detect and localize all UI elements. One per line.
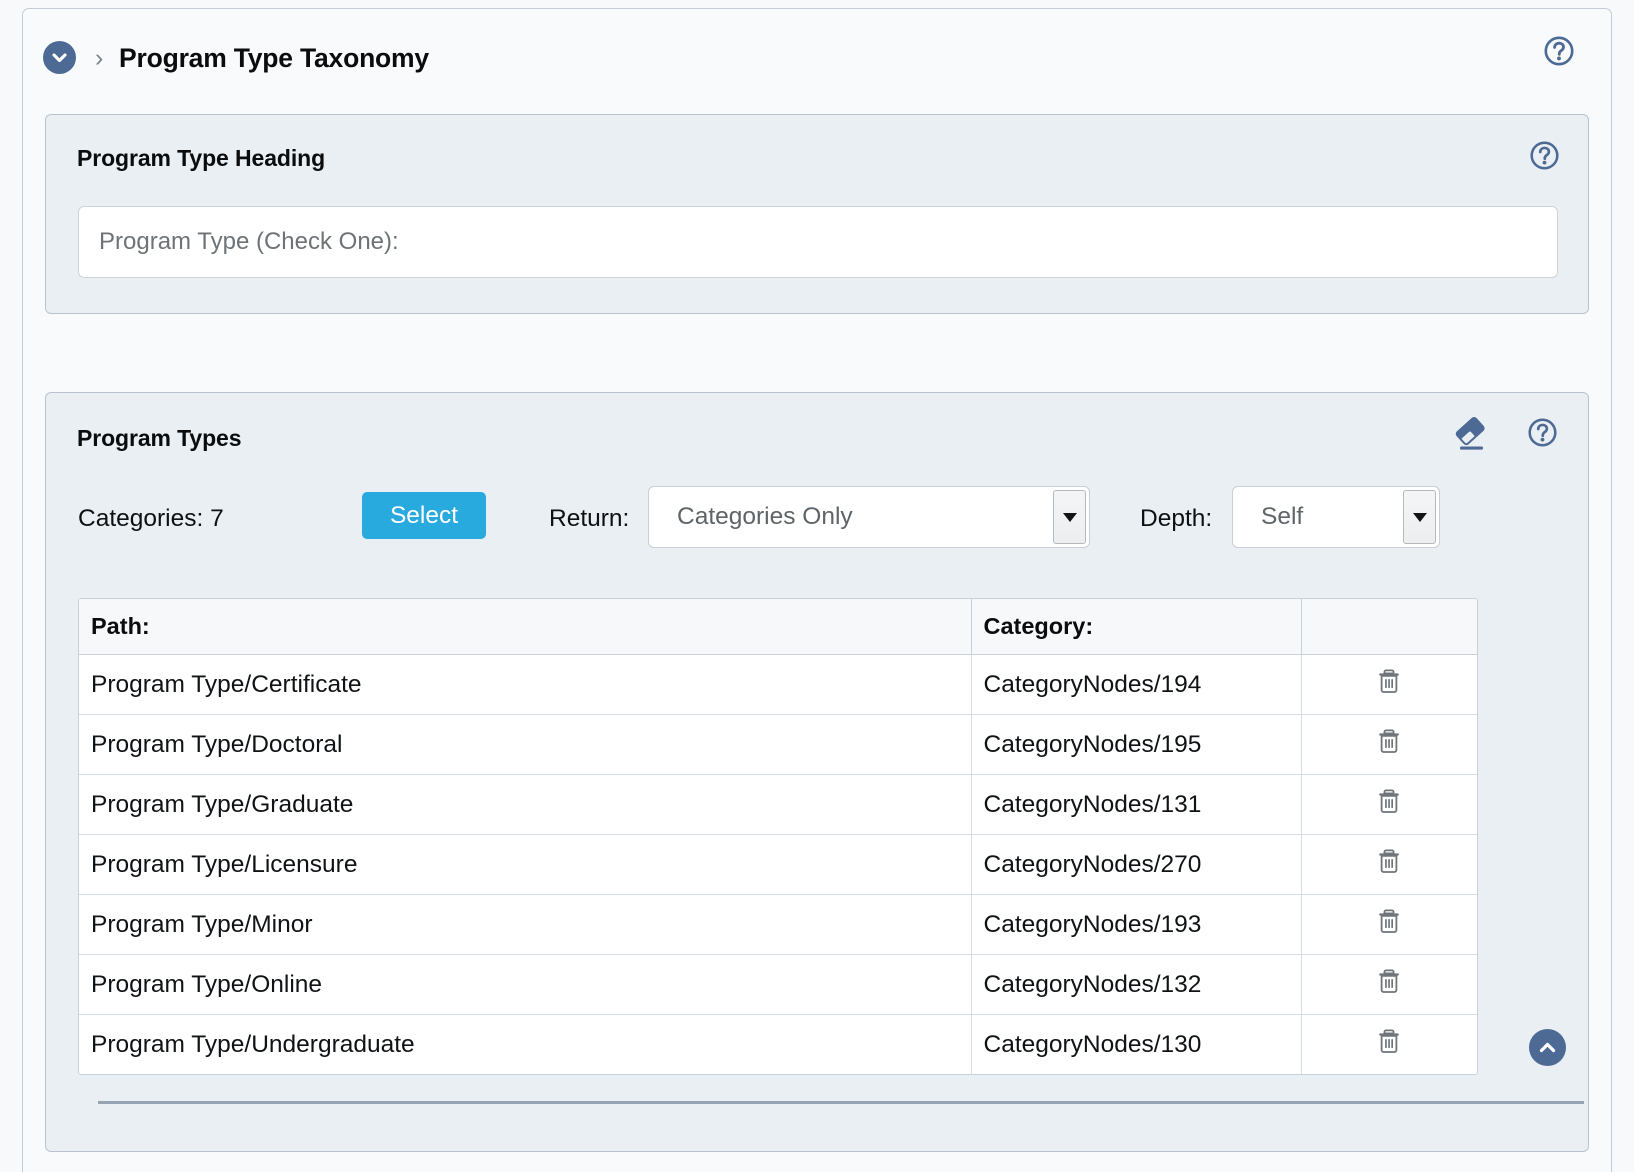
table-row[interactable]: Program Type/Certificate CategoryNodes/19…	[79, 654, 1477, 715]
trash-icon[interactable]	[1376, 967, 1402, 995]
chevron-down-icon[interactable]	[1403, 490, 1436, 544]
trash-icon[interactable]	[1376, 787, 1402, 815]
column-header-actions	[1301, 599, 1477, 655]
cell-category: CategoryNodes/194	[971, 654, 1302, 715]
cell-category: CategoryNodes/132	[971, 954, 1302, 1015]
chevron-down-icon[interactable]	[1053, 490, 1086, 544]
depth-select[interactable]: Self	[1232, 486, 1440, 548]
select-button[interactable]: Select	[362, 492, 486, 539]
depth-label: Depth:	[1140, 505, 1213, 532]
section-divider	[98, 1101, 1584, 1104]
table-row[interactable]: Program Type/Doctoral CategoryNodes/195	[79, 714, 1477, 775]
breadcrumb-separator: ›	[95, 44, 104, 72]
program-types-table-wrapper: Path: Category: Program Type/Certificate…	[78, 598, 1478, 1075]
cell-path: Program Type/Minor	[79, 894, 972, 955]
trash-icon[interactable]	[1376, 667, 1402, 695]
program-types-controls: Categories: 7 Select Return: Categories …	[46, 486, 1588, 578]
eraser-icon[interactable]	[1452, 417, 1490, 458]
breadcrumb: › Program Type Taxonomy	[23, 9, 1611, 101]
return-label: Return:	[549, 505, 630, 532]
cell-path: Program Type/Graduate	[79, 774, 972, 835]
program-type-heading-input[interactable]	[78, 206, 1558, 278]
chevron-down-icon[interactable]	[43, 41, 76, 74]
column-header-category: Category:	[971, 599, 1302, 655]
cell-actions	[1301, 834, 1477, 895]
trash-icon[interactable]	[1376, 907, 1402, 935]
trash-icon[interactable]	[1376, 727, 1402, 755]
table-row[interactable]: Program Type/Minor CategoryNodes/193	[79, 894, 1477, 955]
trash-icon[interactable]	[1376, 847, 1402, 875]
cell-actions	[1301, 894, 1477, 955]
question-circle-icon[interactable]	[1543, 35, 1575, 72]
table-header: Path: Category:	[79, 599, 1477, 655]
cell-category: CategoryNodes/195	[971, 714, 1302, 775]
trash-icon[interactable]	[1376, 1027, 1402, 1055]
cell-actions	[1301, 1015, 1477, 1075]
program-type-heading-card: Program Type Heading	[45, 114, 1589, 314]
taxonomy-panel: › Program Type Taxonomy Program Type Hea…	[22, 8, 1612, 1172]
cell-category: CategoryNodes/130	[971, 1014, 1302, 1074]
cell-actions	[1301, 954, 1477, 1015]
cell-path: Program Type/Undergraduate	[79, 1014, 972, 1074]
cell-actions	[1301, 714, 1477, 775]
cell-path: Program Type/Certificate	[79, 654, 972, 715]
categories-count-label: Categories: 7	[78, 505, 224, 532]
column-header-path: Path:	[79, 599, 972, 655]
cell-actions	[1301, 654, 1477, 715]
cell-actions	[1301, 774, 1477, 835]
table-row[interactable]: Program Type/Graduate CategoryNodes/131	[79, 774, 1477, 835]
program-types-card: Program Types Categories: 7 Select Retur…	[45, 392, 1589, 1152]
table-row[interactable]: Program Type/Undergraduate CategoryNodes/…	[79, 1014, 1477, 1075]
cell-category: CategoryNodes/131	[971, 774, 1302, 835]
table-body: Program Type/Certificate CategoryNodes/19…	[79, 654, 1477, 1075]
program-types-table: Path: Category: Program Type/Certificate…	[79, 599, 1477, 1074]
program-types-title: Program Types	[77, 425, 242, 451]
return-select-value: Categories Only	[677, 503, 853, 530]
table-row[interactable]: Program Type/Online CategoryNodes/132	[79, 954, 1477, 1015]
page-title: Program Type Taxonomy	[119, 43, 429, 73]
heading-card-title: Program Type Heading	[77, 145, 326, 171]
chevron-up-icon[interactable]	[1529, 1029, 1566, 1066]
table-row[interactable]: Program Type/Licensure CategoryNodes/270	[79, 834, 1477, 895]
screen-root: › Program Type Taxonomy Program Type Hea…	[0, 0, 1634, 1172]
cell-category: CategoryNodes/193	[971, 894, 1302, 955]
table-header-row: Path: Category:	[79, 599, 1477, 655]
question-circle-icon[interactable]	[1529, 140, 1560, 176]
depth-select-value: Self	[1261, 503, 1304, 530]
cell-category: CategoryNodes/270	[971, 834, 1302, 895]
cell-path: Program Type/Doctoral	[79, 714, 972, 775]
question-circle-icon[interactable]	[1527, 417, 1558, 453]
return-select[interactable]: Categories Only	[648, 486, 1090, 548]
cell-path: Program Type/Online	[79, 954, 972, 1015]
cell-path: Program Type/Licensure	[79, 834, 972, 895]
